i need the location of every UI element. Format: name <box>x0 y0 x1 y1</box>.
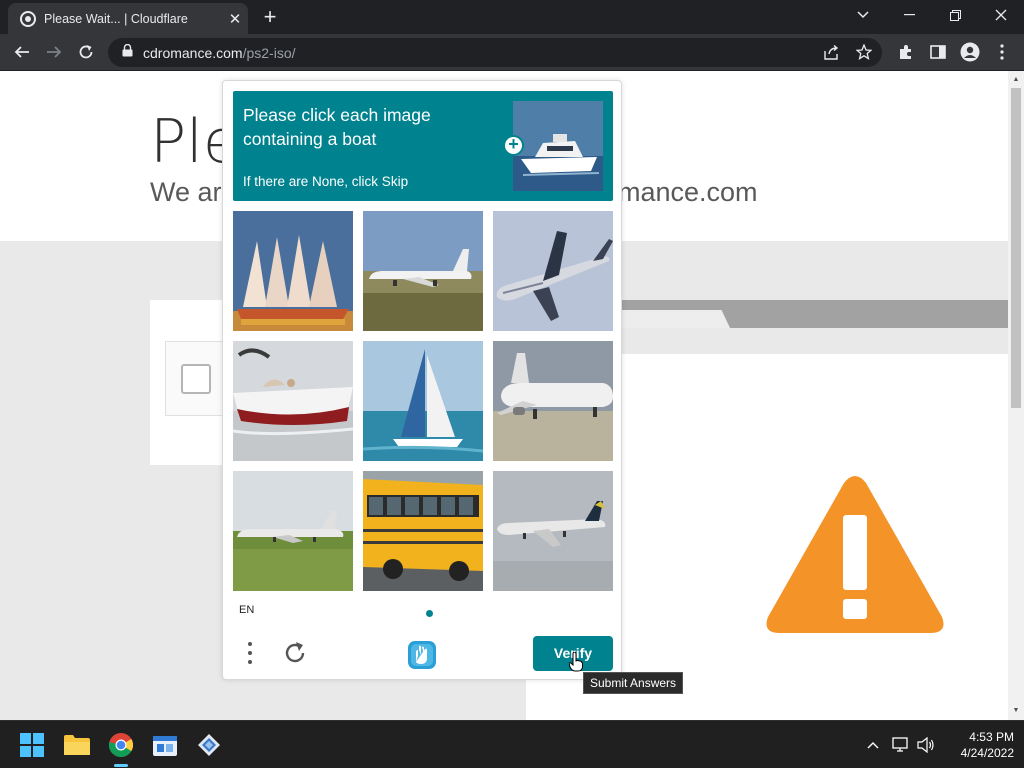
page-heading: Please Wait... | Cloudflare <box>150 107 230 177</box>
prompt-instruction: If there are None, click Skip <box>243 174 409 189</box>
browser-toolbar: cdromance.com/ps2-iso/ <box>0 34 1024 71</box>
image-tile-airplane-tarmac[interactable] <box>493 341 613 461</box>
scroll-down-arrow-icon[interactable]: ▼ <box>1008 704 1024 718</box>
page-subheading-left: We ar <box>150 177 222 207</box>
extensions-puzzle-icon[interactable] <box>892 38 920 66</box>
mouse-pointer-hand-icon <box>568 651 583 677</box>
active-app-indicator <box>114 764 128 767</box>
human-checkbox[interactable] <box>181 364 211 394</box>
image-tile-airplane-flight[interactable] <box>493 211 613 331</box>
image-grid <box>233 211 613 591</box>
clock-date: 4/24/2022 <box>960 746 1014 760</box>
image-tile-airplane-landing[interactable] <box>493 471 613 591</box>
image-tile-airplane-runway[interactable] <box>363 211 483 331</box>
bookmark-star-icon[interactable] <box>855 43 873 65</box>
tab-title: Please Wait... | Cloudflare <box>44 11 188 26</box>
close-window-button[interactable] <box>978 0 1024 30</box>
submit-answers-tooltip: Submit Answers <box>583 672 684 694</box>
loading-spinner-icon <box>20 10 36 27</box>
page-indicator-dot <box>426 610 433 617</box>
expand-example-plus-icon[interactable]: + <box>503 135 524 156</box>
profile-avatar-icon[interactable] <box>956 38 984 66</box>
new-tab-button[interactable]: + <box>258 6 282 30</box>
reload-button[interactable] <box>72 38 100 66</box>
image-tile-school-bus[interactable] <box>363 471 483 591</box>
menu-dots-icon[interactable] <box>241 639 259 667</box>
browser-tab-strip: Please Wait... | Cloudflare ✕ + <box>0 0 1024 34</box>
browser-menu-icon[interactable] <box>988 38 1016 66</box>
image-tile-sailboat[interactable] <box>363 341 483 461</box>
file-explorer-icon[interactable] <box>62 730 92 760</box>
tab-close-icon[interactable]: ✕ <box>222 10 248 28</box>
clock-time: 4:53 PM <box>969 730 1014 744</box>
url-domain: cdromance.com <box>143 44 243 61</box>
back-button[interactable] <box>8 38 36 66</box>
page-scrollbar[interactable]: ▲ ▼ <box>1008 71 1024 720</box>
warning-icon <box>764 475 946 640</box>
hcaptcha-logo-icon[interactable] <box>405 638 439 672</box>
side-panel-icon[interactable] <box>924 38 952 66</box>
forward-button[interactable] <box>40 38 68 66</box>
address-bar[interactable]: cdromance.com/ps2-iso/ <box>108 38 882 67</box>
hcaptcha-challenge: Please click each image containing a boa… <box>222 80 622 680</box>
system-clock[interactable]: 4:53 PM 4/24/2022 <box>940 729 1014 761</box>
scroll-up-arrow-icon[interactable]: ▲ <box>1008 73 1024 87</box>
windows-store-icon[interactable] <box>150 730 180 760</box>
image-tile-airplane-grass[interactable] <box>233 471 353 591</box>
language-selector[interactable]: EN <box>239 604 254 616</box>
lock-icon[interactable] <box>122 43 133 62</box>
image-tile-sailing-ship[interactable] <box>233 211 353 331</box>
minimize-button[interactable] <box>886 0 932 30</box>
network-status-icon[interactable] <box>891 735 911 755</box>
share-icon[interactable] <box>823 44 839 65</box>
page-subheading-right: mance.com <box>618 177 758 207</box>
windows-taskbar: 4:53 PM 4/24/2022 <box>0 720 1024 768</box>
windows-start-icon[interactable] <box>17 730 47 760</box>
url-path: /ps2-iso/ <box>242 44 296 61</box>
refresh-challenge-icon[interactable] <box>281 639 309 667</box>
scrollbar-thumb[interactable] <box>1011 88 1021 408</box>
url-text: cdromance.com/ps2-iso/ <box>143 45 296 61</box>
restore-button[interactable] <box>932 0 978 30</box>
challenge-prompt: Please click each image containing a boa… <box>233 91 613 201</box>
prompt-text: Please click each image containing a boa… <box>243 105 431 149</box>
show-hidden-icons-chevron-icon[interactable] <box>863 735 883 755</box>
browser-tab[interactable]: Please Wait... | Cloudflare ✕ <box>8 3 248 34</box>
tab-search-chevron-icon[interactable] <box>840 0 886 30</box>
image-tile-speedboat[interactable] <box>233 341 353 461</box>
chrome-icon[interactable] <box>106 730 136 760</box>
example-boat-image[interactable] <box>513 101 603 191</box>
volume-icon[interactable] <box>916 735 936 755</box>
network-app-icon[interactable] <box>194 730 224 760</box>
